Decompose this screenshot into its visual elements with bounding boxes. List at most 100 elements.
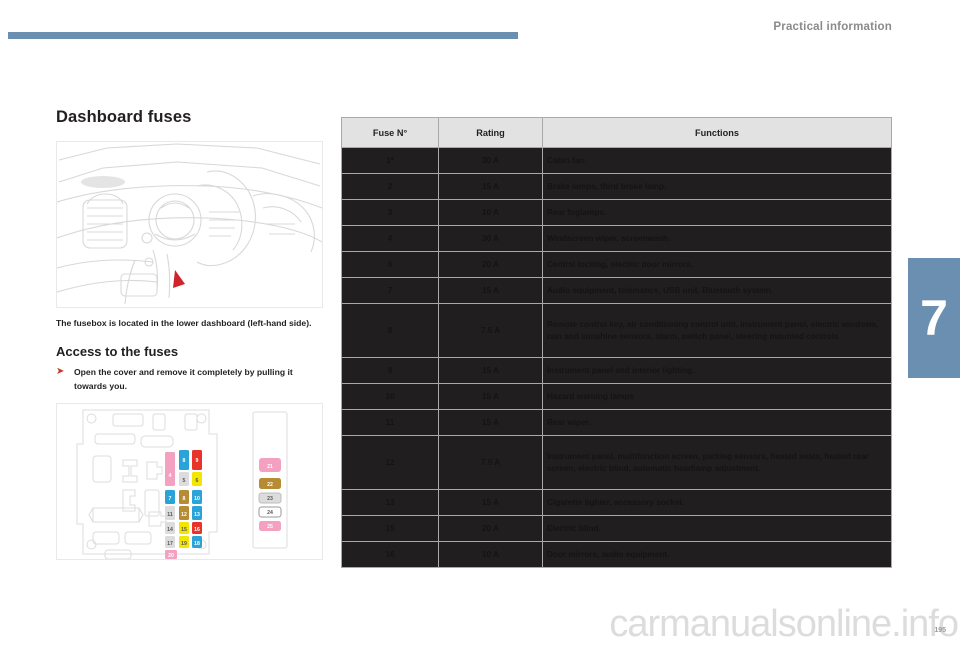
table-row: 9 15 A Instrument panel and interior light… xyxy=(341,357,892,384)
svg-text:18: 18 xyxy=(194,541,200,547)
cell-fuse-no: 3 xyxy=(341,199,439,226)
cell-rating: 15 A xyxy=(438,357,543,384)
column-header-rating: Rating xyxy=(438,117,543,148)
svg-text:14: 14 xyxy=(167,527,173,533)
cell-functions: Audio equipment, telematics, USB unit, B… xyxy=(542,277,892,304)
svg-text:20: 20 xyxy=(168,553,174,559)
cell-fuse-no: 15 xyxy=(341,515,439,542)
chapter-number: 7 xyxy=(920,290,948,346)
column-header-functions: Functions xyxy=(542,117,892,148)
cell-fuse-no: 1* xyxy=(341,147,439,174)
table-row: 16 10 A Door mirrors, audio equipment. xyxy=(341,541,892,568)
cell-rating: 10 A xyxy=(438,541,543,568)
cell-fuse-no: 9 xyxy=(341,357,439,384)
page-title: Dashboard fuses xyxy=(56,108,192,126)
cell-rating: 15 A xyxy=(438,277,543,304)
cell-functions: Cigarette lighter, accessory socket. xyxy=(542,489,892,516)
cell-functions: Instrument panel and interior lighting. xyxy=(542,357,892,384)
table-row: 15 20 A Electric blind. xyxy=(341,515,892,542)
fusebox-line-art: 1 8 9 4 5 6 7 8 10 11 12 13 xyxy=(57,403,322,559)
cell-fuse-no: 10 xyxy=(341,383,439,410)
access-section-title: Access to the fuses xyxy=(56,344,179,360)
cell-fuse-no: 4 xyxy=(341,225,439,252)
dashboard-line-art xyxy=(57,142,322,307)
svg-text:16: 16 xyxy=(194,527,200,533)
cell-fuse-no: 6 xyxy=(341,251,439,278)
svg-text:15: 15 xyxy=(181,527,187,533)
table-row: 12 7.5 A Instrument panel, multifunction s… xyxy=(341,435,892,490)
cell-rating: 20 A xyxy=(438,251,543,278)
cell-fuse-no: 16 xyxy=(341,541,439,568)
table-row: 6 20 A Central locking, electric door mirr… xyxy=(341,251,892,278)
fusebox-illustration: 1 8 9 4 5 6 7 8 10 11 12 13 xyxy=(56,402,323,560)
chapter-tab: 7 xyxy=(908,258,960,378)
cell-functions: Remote control key, air conditioning con… xyxy=(542,303,892,358)
svg-text:5: 5 xyxy=(183,478,186,484)
cell-rating: 15 A xyxy=(438,383,543,410)
table-header-row: Fuse N° Rating Functions xyxy=(341,117,892,148)
cell-fuse-no: 12 xyxy=(341,435,439,490)
cell-rating: 15 A xyxy=(438,409,543,436)
left-content-column: Dashboard fuses The fusebox is located i… xyxy=(56,108,323,560)
svg-text:9: 9 xyxy=(196,458,199,464)
svg-text:17: 17 xyxy=(167,541,173,547)
svg-text:24: 24 xyxy=(267,510,273,516)
table-row: 8 7.5 A Remote control key, air conditioni… xyxy=(341,303,892,358)
table-row: 4 30 A Windscreen wiper, screenwash. xyxy=(341,225,892,252)
cell-functions: Instrument panel, multifunction screen, … xyxy=(542,435,892,490)
table-row: 2 15 A Brake lamps, third brake lamp. xyxy=(341,173,892,200)
cell-rating: 10 A xyxy=(438,199,543,226)
svg-text:19: 19 xyxy=(181,541,187,547)
cell-rating: 20 A xyxy=(438,515,543,542)
cell-fuse-no: 8 xyxy=(341,303,439,358)
cell-functions: Door mirrors, audio equipment. xyxy=(542,541,892,568)
table-row: 7 15 A Audio equipment, telematics, USB un… xyxy=(341,277,892,304)
header-chapter-title: Practical information xyxy=(773,21,892,33)
cell-fuse-no: 13 xyxy=(341,489,439,516)
cell-fuse-no: 11 xyxy=(341,409,439,436)
svg-text:22: 22 xyxy=(267,482,273,488)
svg-text:7: 7 xyxy=(169,496,172,502)
cell-rating: 7.5 A xyxy=(438,435,543,490)
svg-text:8: 8 xyxy=(183,458,186,464)
svg-text:13: 13 xyxy=(194,512,200,518)
dashboard-illustration xyxy=(56,141,323,308)
access-bullet: ➤ Open the cover and remove it completel… xyxy=(56,366,321,393)
svg-text:23: 23 xyxy=(267,496,273,502)
cell-rating: 30 A xyxy=(438,225,543,252)
svg-text:25: 25 xyxy=(267,524,273,530)
cell-rating: 7.5 A xyxy=(438,303,543,358)
cell-rating: 30 A xyxy=(438,147,543,174)
page-number: 195 xyxy=(934,627,946,634)
svg-text:4: 4 xyxy=(169,473,172,479)
cell-functions: Windscreen wiper, screenwash. xyxy=(542,225,892,252)
fuse-table: Fuse N° Rating Functions 1* 30 A Cabin fan… xyxy=(341,117,892,568)
cell-functions: Rear wiper. xyxy=(542,409,892,436)
cell-functions: Brake lamps, third brake lamp. xyxy=(542,173,892,200)
page-header: Practical information xyxy=(0,0,960,52)
column-header-fuse-no: Fuse N° xyxy=(341,117,439,148)
cell-rating: 15 A xyxy=(438,489,543,516)
table-row: 3 10 A Rear foglamps. xyxy=(341,199,892,226)
svg-text:8: 8 xyxy=(183,496,186,502)
cell-functions: Central locking, electric door mirrors. xyxy=(542,251,892,278)
cell-functions: Electric blind. xyxy=(542,515,892,542)
table-row: 13 15 A Cigarette lighter, accessory socke… xyxy=(341,489,892,516)
table-row: 1* 30 A Cabin fan. xyxy=(341,147,892,174)
svg-text:6: 6 xyxy=(196,478,199,484)
access-bullet-text: Open the cover and remove it completely … xyxy=(74,367,293,391)
arrow-icon: ➤ xyxy=(56,366,65,378)
header-accent-rule xyxy=(8,32,518,39)
cell-functions: Rear foglamps. xyxy=(542,199,892,226)
svg-text:21: 21 xyxy=(267,464,273,470)
table-row: 11 15 A Rear wiper. xyxy=(341,409,892,436)
svg-text:11: 11 xyxy=(167,512,173,518)
table-row: 10 15 A Hazard warning lamps xyxy=(341,383,892,410)
svg-text:12: 12 xyxy=(181,512,187,518)
cell-functions: Hazard warning lamps xyxy=(542,383,892,410)
intro-paragraph: The fusebox is located in the lower dash… xyxy=(56,318,312,328)
cell-fuse-no: 7 xyxy=(341,277,439,304)
fuse-table-head: Fuse N° Rating Functions xyxy=(341,117,892,148)
fuse-table-body: 1* 30 A Cabin fan. 2 15 A Brake lamps, third … xyxy=(341,147,892,568)
cell-fuse-no: 2 xyxy=(341,173,439,200)
